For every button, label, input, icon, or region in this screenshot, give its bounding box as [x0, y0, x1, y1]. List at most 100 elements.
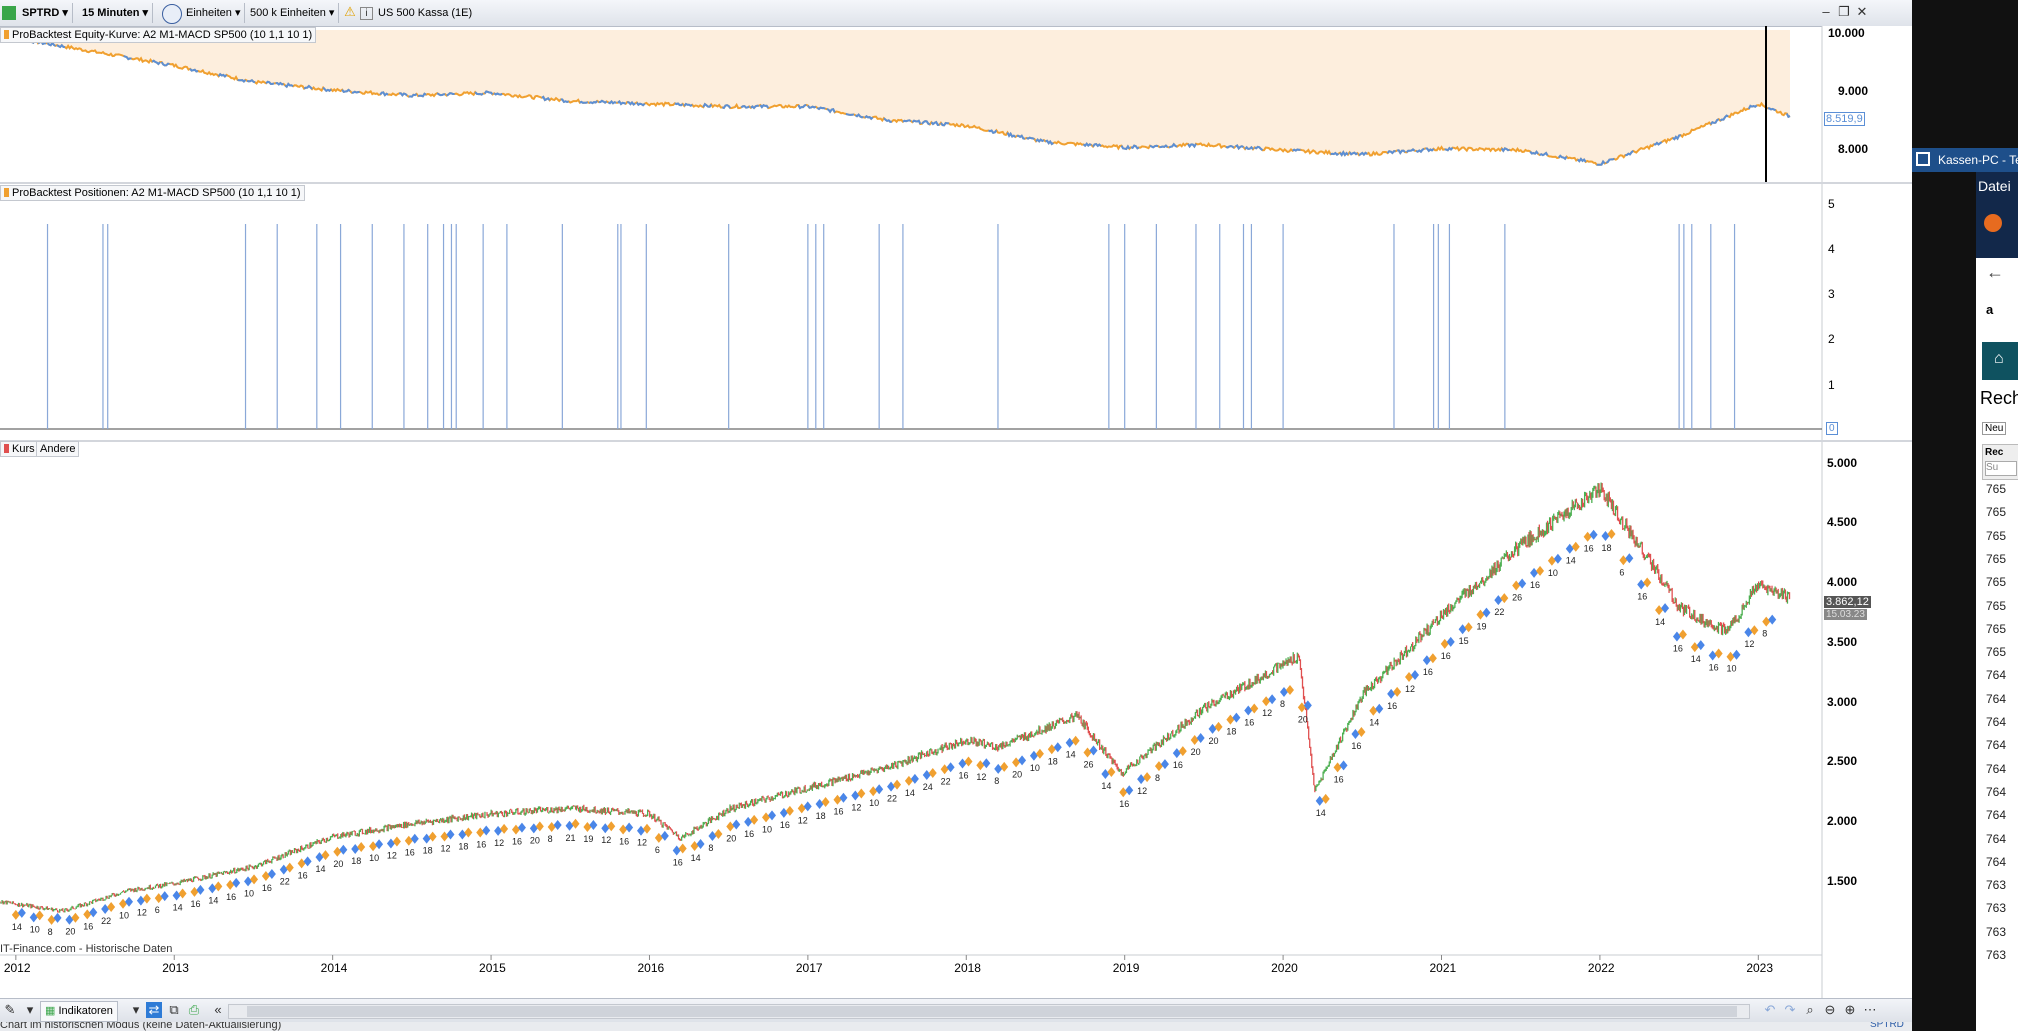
side-row[interactable]: 764 [1986, 715, 2006, 729]
side-row[interactable]: 764 [1986, 808, 2006, 822]
price-pane[interactable]: 14 10 8 20162210 12 6 14 16 14 16 101622161420 18 10… [0, 442, 1912, 998]
scrollbar-thumb[interactable] [247, 1006, 1737, 1017]
side-row[interactable]: 764 [1986, 832, 2006, 846]
trade-annotation: 6 [655, 845, 660, 855]
trade-marker [1226, 714, 1235, 725]
export-icon[interactable]: ⎙ [186, 1002, 202, 1018]
side-row[interactable]: 765 [1986, 575, 2006, 589]
price-tick-2500: 2.500 [1827, 754, 1858, 768]
trade-marker [1458, 624, 1467, 635]
back-arrow-icon[interactable]: ← [1986, 262, 2004, 283]
side-content: ← a ⌂ Rech Neu Rec Su 765 765 765 765 765 765… [1976, 258, 2018, 1031]
trade-annotation: 16 [833, 807, 843, 817]
side-row[interactable]: 765 [1986, 622, 2006, 636]
side-row[interactable]: 765 [1986, 505, 2006, 519]
side-row[interactable]: 764 [1986, 785, 2006, 799]
side-row[interactable]: 764 [1986, 738, 2006, 752]
trade-annotation: 20 [333, 859, 343, 869]
amazon-icon[interactable]: a [1986, 302, 1993, 317]
side-row[interactable]: 763 [1986, 901, 2006, 915]
drawing-tools-icon[interactable]: ✎ [2, 1002, 18, 1018]
home-button[interactable]: ⌂ [1982, 342, 2018, 380]
interval-label: 15 Minuten [82, 7, 140, 19]
equity-pane-label[interactable]: ProBacktest Equity-Kurve: A2 M1-MACD SP5… [0, 27, 317, 43]
trade-marker [642, 823, 651, 834]
andere-tab[interactable]: Andere [36, 441, 80, 457]
equity-line-segment [1386, 150, 1396, 155]
trade-marker [726, 821, 735, 832]
firefox-icon[interactable] [1984, 214, 2002, 232]
side-new-button[interactable]: Neu [1982, 422, 2007, 435]
share-icon[interactable]: ⇄ [146, 1002, 162, 1018]
zoom-out-icon[interactable]: ⊖ [1822, 1002, 1838, 1018]
side-row[interactable]: 765 [1986, 552, 2006, 566]
zoom-in-icon[interactable]: ⊕ [1842, 1002, 1858, 1018]
minimize-icon[interactable]: – [1818, 4, 1834, 20]
equity-line-segment [1035, 138, 1045, 143]
info-icon[interactable]: i [360, 7, 373, 20]
side-row[interactable]: 764 [1986, 692, 2006, 706]
trade-annotation: 16 [958, 771, 968, 781]
trade-marker [910, 773, 919, 784]
chevron-down-icon[interactable]: ▾ [128, 1002, 144, 1018]
trade-marker [375, 839, 384, 850]
trade-marker [285, 862, 294, 873]
trade-annotation: 19 [1476, 622, 1486, 632]
kurs-tab[interactable]: Kurs [0, 441, 39, 457]
side-row[interactable]: 763 [1986, 878, 2006, 892]
side-row[interactable]: 765 [1986, 529, 2006, 543]
trade-marker [250, 874, 259, 885]
side-row[interactable]: 763 [1986, 948, 2006, 962]
rewind-icon[interactable]: « [210, 1002, 226, 1018]
trade-marker [386, 838, 395, 849]
warning-icon[interactable]: ⚠ [342, 4, 358, 20]
equity-pane[interactable] [0, 26, 1912, 182]
side-row[interactable]: 765 [1986, 645, 2006, 659]
undo-icon[interactable]: ↶ [1762, 1002, 1778, 1018]
horizontal-scrollbar[interactable] [228, 1004, 1750, 1019]
trade-annotation: 16 [190, 899, 200, 909]
trade-annotation: 18 [1601, 543, 1611, 553]
trade-marker [1500, 593, 1509, 604]
side-row[interactable]: 764 [1986, 668, 2006, 682]
trade-marker [1101, 768, 1110, 779]
chevron-down-icon[interactable]: ▾ [22, 1002, 38, 1018]
interval-selector[interactable]: 15 Minuten ▾ [78, 3, 154, 23]
side-row[interactable]: 765 [1986, 482, 2006, 496]
side-search-input[interactable]: Su [1985, 461, 2017, 476]
trade-marker [1012, 757, 1021, 768]
x-tick-label: 2019 [1113, 961, 1140, 975]
units-mode-label: Einheiten [186, 7, 232, 19]
side-heading: Rech [1980, 388, 2018, 408]
side-titlebar[interactable]: Kassen-PC - Te [1912, 148, 2018, 172]
symbol-selector[interactable]: SPTRD ▾ [18, 3, 73, 23]
trade-marker [119, 898, 128, 909]
positions-pane[interactable] [0, 184, 1912, 440]
more-icon[interactable]: ⋯ [1862, 1002, 1878, 1018]
series-color-swatch [4, 444, 9, 453]
side-row[interactable]: 764 [1986, 855, 2006, 869]
restore-icon[interactable]: ❐ [1836, 4, 1852, 20]
trade-marker [244, 876, 253, 887]
trade-marker [1357, 726, 1366, 737]
window-icon[interactable]: ⧉ [166, 1002, 182, 1018]
close-icon[interactable]: ✕ [1854, 4, 1870, 20]
clock-icon[interactable] [162, 4, 182, 24]
side-row[interactable]: 763 [1986, 925, 2006, 939]
instrument-name: US 500 Kassa (1E) [378, 7, 473, 19]
side-row[interactable]: 765 [1986, 599, 2006, 613]
side-menu-datei[interactable]: Datei [1978, 178, 2011, 194]
units-mode-selector[interactable]: Einheiten ▾ [182, 3, 246, 23]
positions-pane-label[interactable]: ProBacktest Positionen: A2 M1-MACD SP500… [0, 185, 305, 201]
indicators-button[interactable]: ▦ Indikatoren [40, 1001, 118, 1022]
trade-marker [714, 829, 723, 840]
zoom-fit-icon[interactable]: ⌕ [1802, 1002, 1818, 1018]
trade-marker [636, 825, 645, 836]
size-selector[interactable]: 500 k Einheiten ▾ [246, 3, 340, 23]
layout-grid-icon[interactable] [2, 6, 16, 20]
side-row[interactable]: 764 [1986, 762, 2006, 776]
trade-marker [1393, 686, 1402, 697]
trade-marker [1589, 529, 1598, 540]
redo-icon[interactable]: ↷ [1782, 1002, 1798, 1018]
trade-marker [1494, 595, 1503, 606]
